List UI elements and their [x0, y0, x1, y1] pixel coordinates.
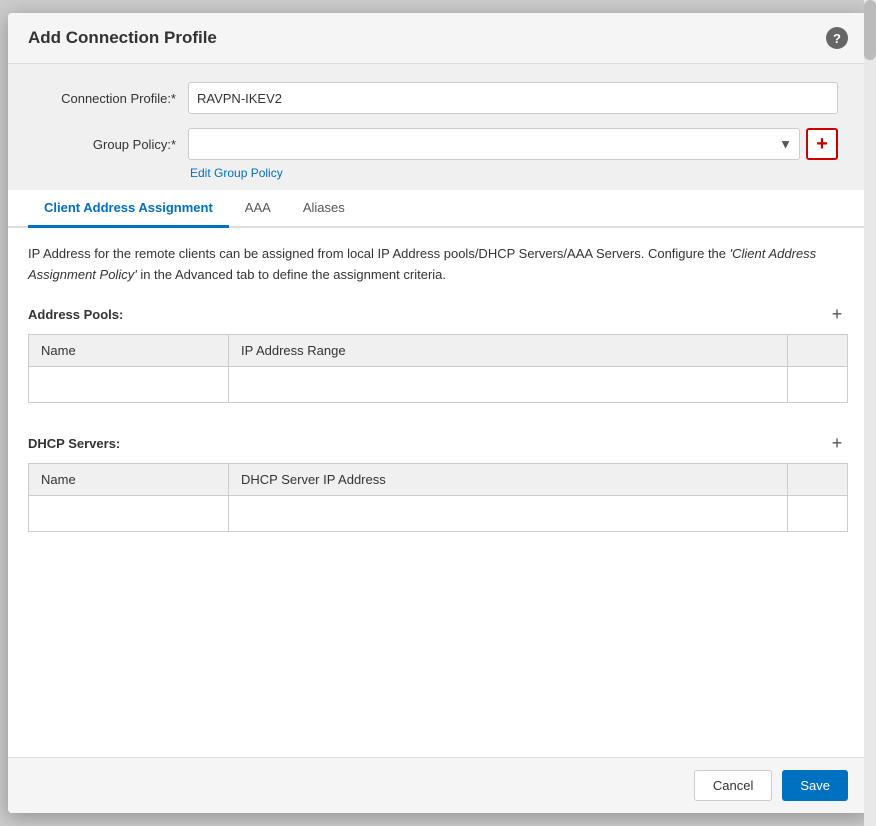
tabs-bar: Client Address Assignment AAA Aliases — [8, 190, 868, 228]
scrollbar-track[interactable] — [864, 228, 868, 757]
dialog-header: Add Connection Profile ? — [8, 13, 868, 64]
address-pools-name-col: Name — [29, 334, 229, 366]
group-policy-select-wrapper: ▼ — [188, 128, 800, 160]
save-button[interactable]: Save — [782, 770, 848, 801]
edit-group-policy-link[interactable]: Edit Group Policy — [190, 166, 838, 180]
description-text: IP Address for the remote clients can be… — [28, 244, 848, 286]
cancel-button[interactable]: Cancel — [694, 770, 772, 801]
dhcp-servers-title: DHCP Servers: — [28, 436, 120, 451]
address-pools-range-col: IP Address Range — [229, 334, 788, 366]
dhcp-servers-empty-actions — [788, 495, 848, 531]
address-pools-empty-name — [29, 366, 229, 402]
group-policy-label: Group Policy:* — [38, 137, 188, 152]
tab-content-area: IP Address for the remote clients can be… — [8, 228, 868, 757]
help-icon[interactable]: ? — [826, 27, 848, 49]
dhcp-servers-header-row: Name DHCP Server IP Address — [29, 463, 848, 495]
add-group-policy-button[interactable]: + — [806, 128, 838, 160]
group-policy-row: Group Policy:* ▼ + — [38, 128, 838, 160]
address-pools-empty-range — [229, 366, 788, 402]
dhcp-servers-header: DHCP Servers: + — [28, 433, 848, 455]
dhcp-servers-ip-col: DHCP Server IP Address — [229, 463, 788, 495]
dhcp-servers-table: Name DHCP Server IP Address — [28, 463, 848, 532]
address-pools-empty-row — [29, 366, 848, 402]
connection-profile-input[interactable] — [188, 82, 838, 114]
tab-client-address[interactable]: Client Address Assignment — [28, 190, 229, 228]
address-pools-title: Address Pools: — [28, 307, 123, 322]
add-address-pool-button[interactable]: + — [826, 304, 848, 326]
dhcp-servers-name-col: Name — [29, 463, 229, 495]
group-policy-select[interactable] — [188, 128, 800, 160]
connection-profile-label: Connection Profile:* — [38, 91, 188, 106]
address-pools-header-row: Name IP Address Range — [29, 334, 848, 366]
connection-profile-row: Connection Profile:* — [38, 82, 838, 114]
address-pools-empty-actions — [788, 366, 848, 402]
form-section: Connection Profile:* Group Policy:* ▼ + — [8, 64, 868, 190]
dhcp-servers-empty-name — [29, 495, 229, 531]
address-pools-header: Address Pools: + — [28, 304, 848, 326]
dhcp-servers-empty-ip — [229, 495, 788, 531]
address-pools-actions-col — [788, 334, 848, 366]
dialog-title: Add Connection Profile — [28, 28, 217, 48]
add-dhcp-server-button[interactable]: + — [826, 433, 848, 455]
scroll-area: IP Address for the remote clients can be… — [8, 228, 868, 757]
dhcp-servers-actions-col — [788, 463, 848, 495]
dialog-footer: Cancel Save — [8, 757, 868, 813]
address-pools-table: Name IP Address Range — [28, 334, 848, 403]
tab-aaa[interactable]: AAA — [229, 190, 287, 228]
add-connection-profile-dialog: Add Connection Profile ? Connection Prof… — [8, 13, 868, 813]
tab-aliases[interactable]: Aliases — [287, 190, 361, 228]
dhcp-servers-empty-row — [29, 495, 848, 531]
dialog-body: Connection Profile:* Group Policy:* ▼ + — [8, 64, 868, 757]
